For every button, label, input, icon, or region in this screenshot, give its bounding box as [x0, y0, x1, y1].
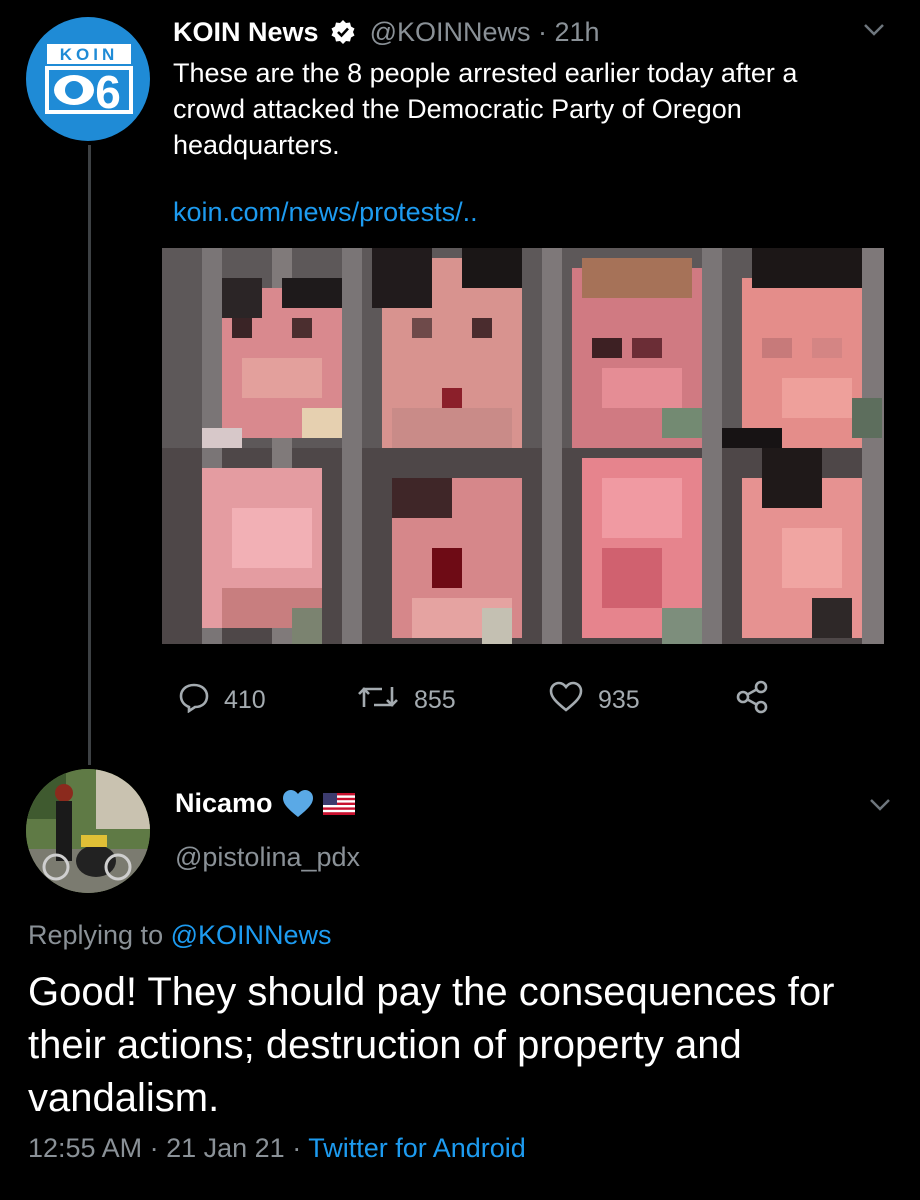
tweet-image[interactable]: [162, 248, 884, 644]
retweet-action[interactable]: 855: [356, 680, 456, 720]
koin-logo-word: KOIN: [60, 45, 119, 64]
thread-line: [88, 145, 91, 765]
reply-date: 21 Jan 21: [166, 1133, 285, 1163]
reply-count: 410: [224, 685, 266, 714]
blue-heart-icon: [281, 789, 315, 819]
reply-icon: [178, 681, 224, 720]
replying-prefix: Replying to: [28, 920, 171, 950]
meta-separator-1: ·: [142, 1133, 167, 1163]
avatar-photo-image: [26, 769, 150, 893]
heart-icon: [548, 681, 598, 720]
verified-badge-icon: [330, 19, 356, 52]
reply-handle[interactable]: @pistolina_pdx: [175, 842, 360, 873]
retweet-count: 855: [414, 685, 456, 714]
koin-logo-number: 6: [95, 66, 121, 118]
reply-menu-chevron-down-icon[interactable]: [868, 793, 892, 817]
replying-mention[interactable]: @KOINNews: [171, 920, 332, 950]
reply-action[interactable]: 410: [178, 680, 266, 720]
like-action[interactable]: 935: [548, 680, 640, 720]
reply-display-name[interactable]: Nicamo: [175, 788, 273, 819]
share-icon: [734, 679, 784, 722]
tweet-menu-chevron-down-icon[interactable]: [862, 18, 886, 42]
pixelated-mugshots-image: [162, 248, 884, 644]
reply-time: 12:55 AM: [28, 1133, 143, 1163]
tweet-header: KOIN News @KOINNews · 21h: [173, 16, 600, 52]
reply-name-row: Nicamo: [175, 788, 355, 819]
tweet-text: These are the 8 people arrested earlier …: [173, 58, 798, 160]
us-flag-icon: [322, 792, 355, 815]
like-count: 935: [598, 685, 640, 714]
koin-avatar[interactable]: KOIN 6: [26, 17, 150, 141]
tweet-separator: ·: [530, 17, 555, 47]
retweet-icon: [356, 681, 414, 720]
tweet-display-name[interactable]: KOIN News: [173, 17, 319, 47]
nicamo-avatar[interactable]: [26, 769, 150, 893]
tweet-time[interactable]: 21h: [555, 17, 600, 47]
reply-text: Good! They should pay the consequences f…: [28, 970, 835, 1120]
meta-separator-2: ·: [284, 1133, 309, 1163]
koin-logo: KOIN 6: [45, 44, 133, 118]
reply-source[interactable]: Twitter for Android: [308, 1133, 526, 1163]
reply-meta: 12:55 AM · 21 Jan 21 · Twitter for Andro…: [28, 1133, 526, 1164]
tweet-link[interactable]: koin.com/news/protests/..: [173, 197, 478, 228]
replying-to-line: Replying to @KOINNews: [28, 920, 332, 951]
tweet-handle[interactable]: @KOINNews: [370, 17, 531, 47]
share-action[interactable]: [734, 680, 784, 720]
